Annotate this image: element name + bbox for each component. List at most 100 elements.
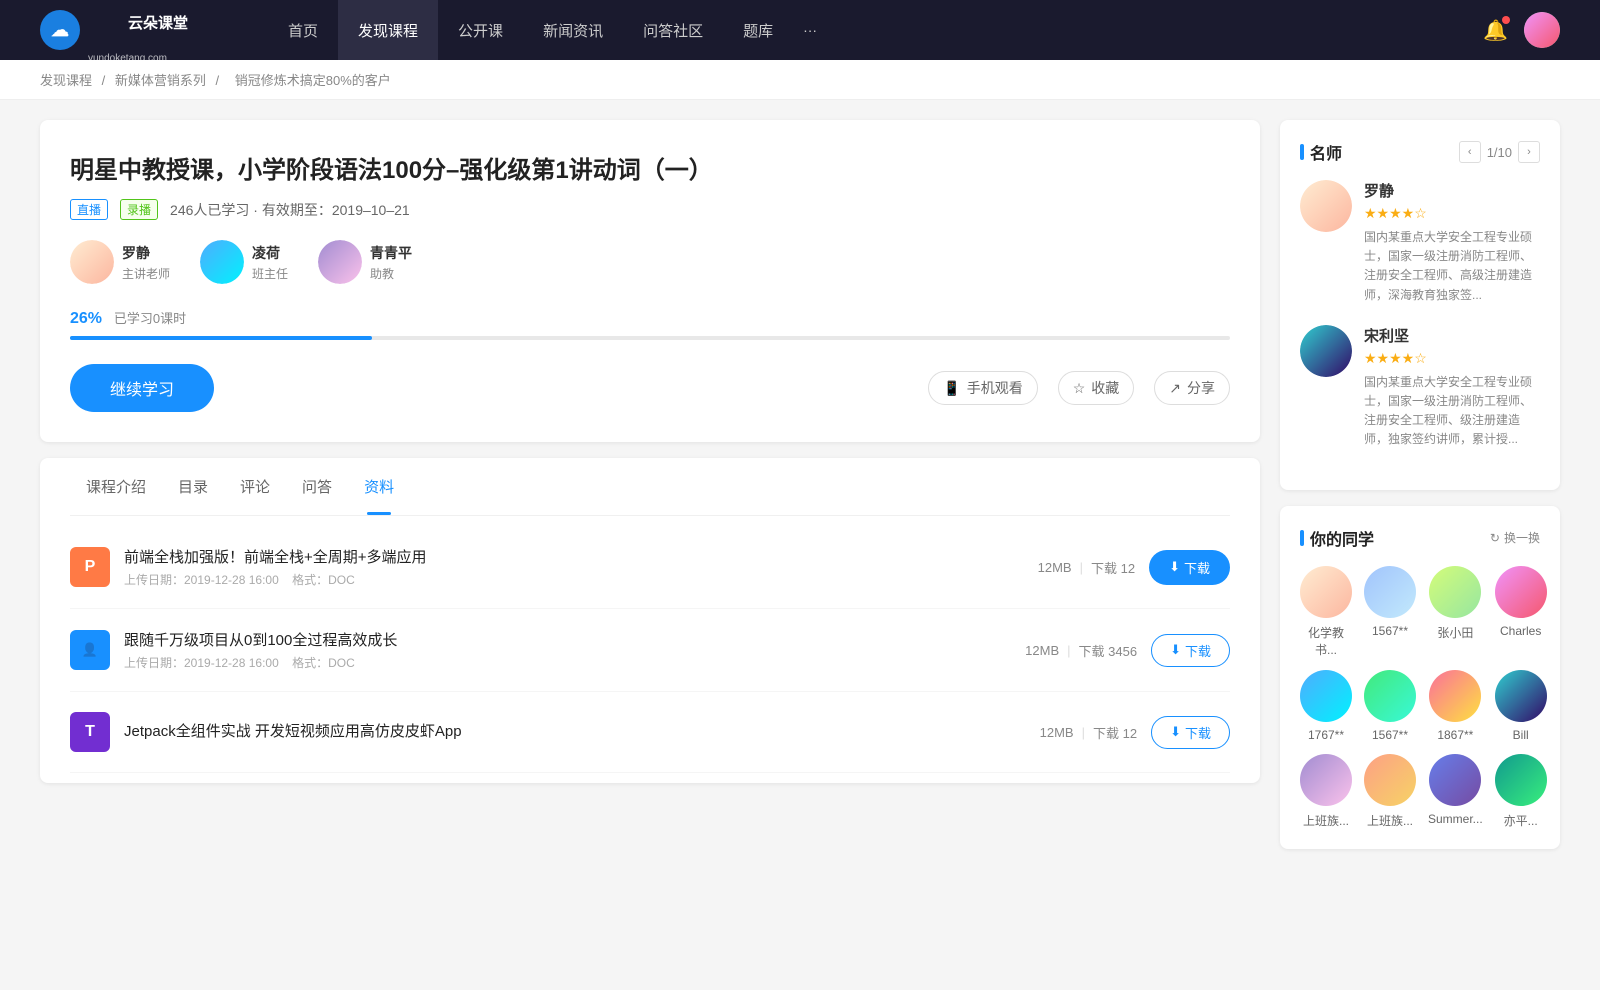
teacher-page: 1/10 — [1487, 145, 1512, 160]
bell-icon[interactable]: 🔔 — [1483, 18, 1508, 43]
student-3[interactable]: Charles — [1495, 566, 1547, 658]
student-avatar-7 — [1495, 670, 1547, 722]
main-nav: 首页 发现课程 公开课 新闻资讯 问答社区 题库 ··· — [268, 0, 1483, 60]
nav-news[interactable]: 新闻资讯 — [523, 0, 623, 60]
student-2[interactable]: 张小田 — [1428, 566, 1483, 658]
student-avatar-0 — [1300, 566, 1352, 618]
user-avatar[interactable] — [1524, 12, 1560, 48]
share-button[interactable]: ↗ 分享 — [1154, 371, 1230, 405]
nav-quiz[interactable]: 题库 — [723, 0, 793, 60]
nav-discover[interactable]: 发现课程 — [338, 0, 438, 60]
resource-stats-0: 12MB | 下载 12 — [1038, 558, 1135, 577]
student-name-10: Summer... — [1428, 812, 1483, 826]
breadcrumb-sep2: / — [216, 73, 223, 88]
phone-icon: 📱 — [943, 380, 960, 397]
student-name-9: 上班族... — [1367, 812, 1413, 829]
prev-teacher-btn[interactable]: ‹ — [1459, 141, 1481, 163]
student-avatar-1 — [1364, 566, 1416, 618]
teacher-role-0: 主讲老师 — [122, 265, 170, 282]
student-name-0: 化学教书... — [1300, 624, 1352, 658]
download-button-1[interactable]: ⬇ 下载 — [1151, 634, 1230, 667]
collect-button[interactable]: ☆ 收藏 — [1058, 371, 1135, 405]
share-label: 分享 — [1187, 378, 1215, 398]
notification-dot — [1502, 16, 1510, 24]
resource-item-2: T Jetpack全组件实战 开发短视频应用高仿皮皮虾App 12MB | 下载… — [70, 692, 1230, 773]
collect-label: 收藏 — [1091, 378, 1119, 398]
students-card-header: 你的同学 ↻ 换一换 — [1300, 526, 1540, 550]
tab-intro[interactable]: 课程介绍 — [70, 458, 162, 515]
course-meta: 直播 录播 246人已学习 · 有效期至：2019–10–21 — [70, 199, 1230, 220]
student-avatar-3 — [1495, 566, 1547, 618]
share-icon: ↗ — [1169, 380, 1181, 397]
teacher-panel-name-1: 宋利坚 — [1364, 325, 1540, 346]
tab-comments[interactable]: 评论 — [224, 458, 286, 515]
student-10[interactable]: Summer... — [1428, 754, 1483, 829]
student-name-4: 1767** — [1308, 728, 1344, 742]
teachers-card-title: 名师 — [1300, 140, 1342, 164]
student-avatar-10 — [1429, 754, 1481, 806]
progress-sublabel: 已学习0课时 — [114, 308, 186, 327]
student-6[interactable]: 1867** — [1428, 670, 1483, 742]
nav-more[interactable]: ··· — [793, 0, 827, 60]
course-card: 明星中教授课，小学阶段语法100分–强化级第1讲动词（一） 直播 录播 246人… — [40, 120, 1260, 442]
student-name-7: Bill — [1513, 728, 1529, 742]
student-name-3: Charles — [1500, 624, 1541, 638]
breadcrumb-series[interactable]: 新媒体营销系列 — [115, 73, 206, 88]
student-7[interactable]: Bill — [1495, 670, 1547, 742]
student-name-6: 1867** — [1437, 728, 1473, 742]
nav-home[interactable]: 首页 — [268, 0, 338, 60]
student-1[interactable]: 1567** — [1364, 566, 1416, 658]
next-teacher-btn[interactable]: › — [1518, 141, 1540, 163]
nav-qa[interactable]: 问答社区 — [623, 0, 723, 60]
avatar-image — [1524, 12, 1560, 48]
tab-qa[interactable]: 问答 — [286, 458, 348, 515]
student-name-2: 张小田 — [1437, 624, 1473, 641]
phone-watch-button[interactable]: 📱 手机观看 — [928, 371, 1037, 405]
students-grid: 化学教书... 1567** 张小田 Charles 1767** 1567**… — [1300, 566, 1540, 829]
download-button-0[interactable]: ⬇ 下载 — [1149, 550, 1230, 585]
tab-catalog[interactable]: 目录 — [162, 458, 224, 515]
resources-list: P 前端全栈加强版！前端全栈+全周期+多端应用 上传日期：2019-12-28 … — [70, 516, 1230, 783]
resource-meta-0: 上传日期：2019-12-28 16:00 格式：DOC — [124, 571, 1024, 588]
teacher-2: 青青平 助教 — [318, 240, 412, 284]
refresh-icon: ↻ — [1490, 531, 1500, 545]
logo[interactable]: ☁ 云朵课堂 yundoketang.com — [40, 0, 228, 65]
teacher-info-2: 青青平 助教 — [370, 243, 412, 282]
student-8[interactable]: 上班族... — [1300, 754, 1352, 829]
breadcrumb: 发现课程 / 新媒体营销系列 / 销冠修炼术搞定80%的客户 — [0, 60, 1600, 100]
teacher-panel-name-0: 罗静 — [1364, 180, 1540, 201]
progress-bar-bg — [70, 336, 1230, 340]
breadcrumb-current: 销冠修炼术搞定80%的客户 — [235, 73, 391, 88]
student-11[interactable]: 亦平... — [1495, 754, 1547, 829]
continue-button[interactable]: 继续学习 — [70, 364, 214, 412]
student-4[interactable]: 1767** — [1300, 670, 1352, 742]
teachers-card: 名师 ‹ 1/10 › 罗静 ★★★★☆ 国内某重点大学安全工程专业硕士，国家一… — [1280, 120, 1560, 490]
resource-icon-2: T — [70, 712, 110, 752]
resource-info-2: Jetpack全组件实战 开发短视频应用高仿皮皮虾App — [124, 720, 1026, 745]
student-name-8: 上班族... — [1303, 812, 1349, 829]
star-icon: ☆ — [1073, 380, 1086, 397]
breadcrumb-discover[interactable]: 发现课程 — [40, 73, 92, 88]
left-panel: 明星中教授课，小学阶段语法100分–强化级第1讲动词（一） 直播 录播 246人… — [40, 120, 1260, 865]
nav-public[interactable]: 公开课 — [438, 0, 523, 60]
badge-live: 直播 — [70, 199, 108, 220]
download-button-2[interactable]: ⬇ 下载 — [1151, 716, 1230, 749]
action-buttons: 📱 手机观看 ☆ 收藏 ↗ 分享 — [928, 371, 1230, 405]
resource-downloads-2: 下载 12 — [1093, 723, 1137, 742]
student-5[interactable]: 1567** — [1364, 670, 1416, 742]
resource-icon-0: P — [70, 547, 110, 587]
student-avatar-2 — [1429, 566, 1481, 618]
tab-resources[interactable]: 资料 — [348, 458, 410, 515]
teacher-stars-1: ★★★★☆ — [1364, 350, 1540, 367]
course-meta-text: 246人已学习 · 有效期至：2019–10–21 — [170, 200, 410, 220]
tabs-section: 课程介绍 目录 评论 问答 资料 P 前端全栈加强版！前端全栈+全周期+多端应用… — [40, 458, 1260, 783]
student-0[interactable]: 化学教书... — [1300, 566, 1352, 658]
tabs: 课程介绍 目录 评论 问答 资料 — [70, 458, 1230, 516]
resource-item-1: 👤 跟随千万级项目从0到100全过程高效成长 上传日期：2019-12-28 1… — [70, 609, 1230, 692]
student-9[interactable]: 上班族... — [1364, 754, 1416, 829]
refresh-label: 换一换 — [1504, 529, 1540, 546]
student-name-5: 1567** — [1372, 728, 1408, 742]
student-avatar-4 — [1300, 670, 1352, 722]
refresh-button[interactable]: ↻ 换一换 — [1490, 529, 1540, 546]
teacher-desc-1: 国内某重点大学安全工程专业硕士，国家一级注册消防工程师、注册安全工程师、级注册建… — [1364, 373, 1540, 450]
